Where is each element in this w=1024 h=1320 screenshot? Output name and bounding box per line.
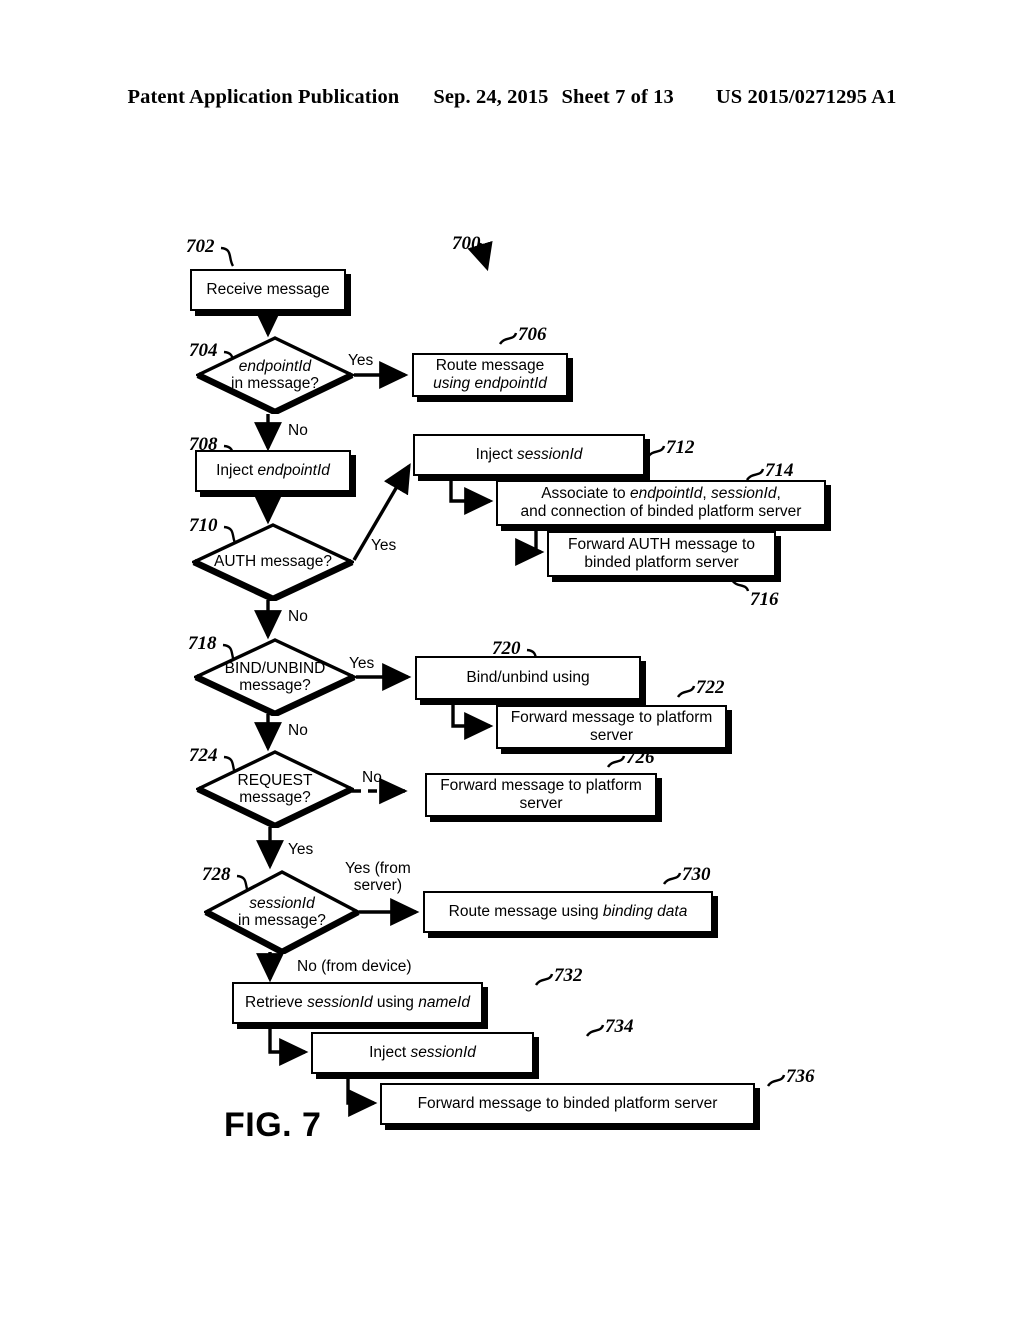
node-728-sessionid-in-message-decision[interactable]: sessionId in message? [204,870,360,954]
ref-712: 712 [666,437,695,458]
ref-714: 714 [765,460,794,481]
node-716-line2: binded platform server [584,554,739,571]
node-726-line1: Forward message to platform [440,777,642,795]
node-710-auth-message-decision[interactable]: AUTH message? [192,523,354,601]
node-720-label: Bind/unbind using [466,669,590,687]
header-date: Sep. 24, 2015 [433,86,549,108]
ref-734: 734 [605,1016,634,1037]
ref-726: 726 [626,747,655,768]
ref-732: 732 [554,965,583,986]
edge-label-728-no: No (from device) [297,958,412,975]
node-710-label: AUTH message? [213,553,332,571]
header-sheet: Sheet 7 of 13 [561,86,674,108]
node-716-forward-auth-message[interactable]: Forward AUTH message to binded platform … [547,531,776,577]
node-704-endpointid-in-message-decision[interactable]: endpointId in message? [196,336,354,414]
node-734-label: Inject sessionId [369,1044,476,1062]
patent-figure-page: Patent Application Publication Sep. 24, … [0,0,1024,1320]
node-702-receive-message[interactable]: Receive message [190,269,346,311]
ref-702: 702 [186,236,215,257]
figure-caption: FIG. 7 [224,1106,322,1144]
node-724-line1: REQUEST [237,771,313,789]
node-714-associate-name[interactable]: Associate to endpointId, sessionId, and … [496,480,826,526]
node-706-line2: using endpointId [433,375,547,392]
node-728-line1: sessionId [249,894,315,912]
node-730-route-message-using-binding-data[interactable]: Route message using binding data [423,891,713,933]
node-722-line1: Forward message to platform [510,709,713,727]
node-736-forward-message-to-binded-platform-server[interactable]: Forward message to binded platform serve… [380,1083,755,1125]
edge-label-704-no: No [288,422,308,439]
node-730-label: Route message using binding data [448,903,688,921]
node-732-retrieve-sessionid-using-nameid[interactable]: Retrieve sessionId using nameId [232,982,483,1024]
node-736-label: Forward message to binded platform serve… [417,1095,718,1113]
edge-label-710-no: No [288,608,308,625]
node-708-label: Inject endpointId [216,462,330,480]
page-header: Patent Application Publication Sep. 24, … [0,86,1024,109]
edge-label-724-no: No [362,769,382,786]
ref-730: 730 [682,864,711,885]
node-718-line2: message? [239,677,311,694]
header-publication: Patent Application Publication [127,86,400,108]
node-706-route-message-using-endpointid[interactable]: Route message using endpointId [412,353,568,397]
ref-706: 706 [518,324,547,345]
ref-700: 700 [452,233,481,254]
header-publication-number: US 2015/0271295 A1 [715,86,897,108]
node-732-label: Retrieve sessionId using nameId [245,994,470,1012]
node-706-line1: Route message [435,357,545,375]
edge-label-724-yes: Yes [288,841,314,858]
node-734-inject-sessionid[interactable]: Inject sessionId [311,1032,534,1074]
ref-722: 722 [696,677,725,698]
node-712-inject-sessionid[interactable]: Inject sessionId [413,434,645,476]
node-724-request-message-decision[interactable]: REQUEST message? [196,750,354,828]
node-714-line2: and connection of binded platform server [520,503,802,520]
edge-label-710-yes: Yes [371,537,397,554]
node-724-line2: message? [239,789,311,806]
node-712-label: Inject sessionId [475,446,583,464]
node-714-line1: Associate to endpointId, sessionId, [541,485,781,503]
node-704-line2: in message? [231,375,319,392]
node-726-line2: server [519,795,563,812]
node-718-line1: BIND/UNBIND [224,659,326,677]
node-704-line1: endpointId [238,357,312,375]
node-708-inject-endpointid[interactable]: Inject endpointId [195,450,351,492]
node-718-bind-unbind-message-decision[interactable]: BIND/UNBIND message? [194,638,356,716]
ref-716: 716 [750,589,779,610]
node-702-label: Receive message [206,281,330,299]
node-722-line2: server [589,727,634,744]
node-726-forward-message-to-platform-server[interactable]: Forward message to platform server [425,773,657,817]
node-722-forward-message-to-platform-server[interactable]: Forward message to platform server [496,705,727,749]
node-716-line1: Forward AUTH message to [568,536,755,554]
ref-736: 736 [786,1066,815,1087]
edge-label-718-no: No [288,722,308,739]
node-720-bind-unbind-using-name[interactable]: Bind/unbind using [415,656,641,700]
node-728-line2: in message? [238,912,326,929]
